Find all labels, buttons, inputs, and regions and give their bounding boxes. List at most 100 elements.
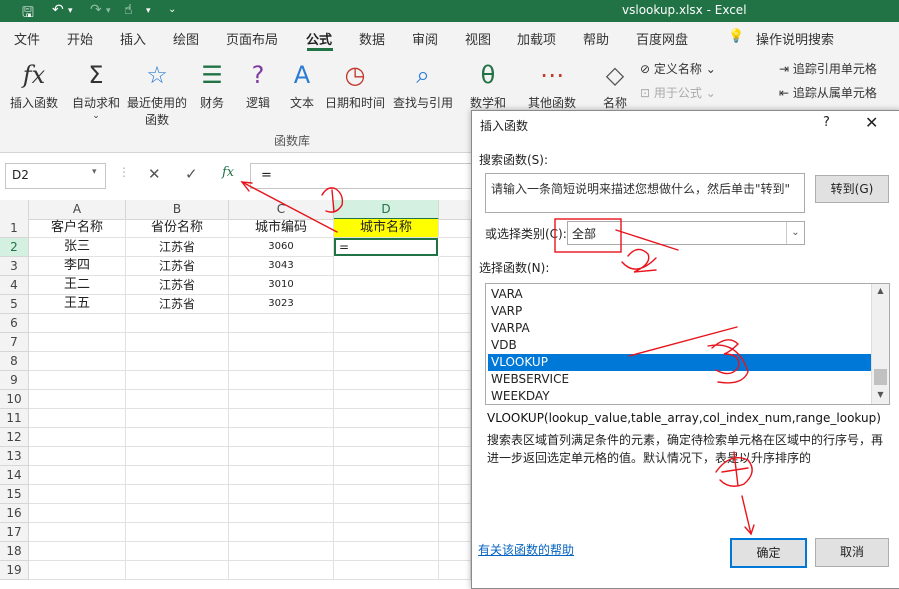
row-header[interactable]: 3 xyxy=(0,257,29,276)
table-cell[interactable] xyxy=(229,485,334,504)
table-cell[interactable] xyxy=(29,409,126,428)
table-cell[interactable] xyxy=(439,257,471,276)
table-cell[interactable] xyxy=(29,523,126,542)
scrollbar-thumb[interactable] xyxy=(874,369,887,385)
go-button[interactable]: 转到(G) xyxy=(815,175,889,203)
table-cell[interactable] xyxy=(439,428,471,447)
table-cell[interactable] xyxy=(334,504,439,523)
table-cell[interactable] xyxy=(439,390,471,409)
table-cell[interactable] xyxy=(334,523,439,542)
table-cell[interactable] xyxy=(29,504,126,523)
table-cell[interactable] xyxy=(29,352,126,371)
table-cell[interactable] xyxy=(229,428,334,447)
tell-me-search[interactable]: 操作说明搜索 xyxy=(756,29,834,48)
function-list[interactable]: VARA VARP VARPA VDB VLOOKUP WEBSERVICE WEEKDAY… xyxy=(485,283,890,405)
close-icon[interactable]: ✕ xyxy=(865,113,878,132)
table-cell[interactable] xyxy=(229,504,334,523)
table-cell[interactable] xyxy=(334,257,439,276)
trace-dependents-button[interactable]: ⇤ 追踪从属单元格 xyxy=(779,84,877,101)
tab-review[interactable]: 审阅 xyxy=(412,29,438,48)
category-select[interactable]: 全部 ⌄ xyxy=(567,221,805,245)
tab-baidu-netdisk[interactable]: 百度网盘 xyxy=(636,29,688,48)
table-cell[interactable]: 3010 xyxy=(229,276,334,295)
table-cell[interactable] xyxy=(126,352,229,371)
table-cell[interactable] xyxy=(334,295,439,314)
table-cell[interactable] xyxy=(439,295,471,314)
row-header[interactable]: 15 xyxy=(0,485,29,504)
table-cell[interactable] xyxy=(229,352,334,371)
insert-function-button[interactable]: fx 插入函数 xyxy=(8,60,60,111)
table-cell[interactable]: 3023 xyxy=(229,295,334,314)
table-cell[interactable] xyxy=(439,485,471,504)
table-cell[interactable] xyxy=(126,390,229,409)
function-list-item[interactable]: WEBSERVICE xyxy=(488,371,871,388)
table-cell[interactable] xyxy=(29,447,126,466)
row-header[interactable]: 10 xyxy=(0,390,29,409)
recent-functions-button[interactable]: ☆ 最近使用的 函数 xyxy=(125,60,189,128)
table-cell[interactable] xyxy=(439,409,471,428)
tab-draw[interactable]: 绘图 xyxy=(173,29,199,48)
table-cell[interactable] xyxy=(229,523,334,542)
formula-input[interactable]: = xyxy=(250,163,471,189)
table-cell[interactable]: 城市名称 xyxy=(334,219,439,238)
row-header[interactable]: 6 xyxy=(0,314,29,333)
function-help-link[interactable]: 有关该函数的帮助 xyxy=(478,541,574,558)
function-list-item[interactable]: VLOOKUP xyxy=(488,354,871,371)
tab-formulas[interactable]: 公式 xyxy=(306,29,332,48)
table-cell[interactable] xyxy=(126,371,229,390)
row-header[interactable]: 18 xyxy=(0,542,29,561)
function-list-item[interactable]: WEEKDAY xyxy=(488,388,871,405)
table-cell[interactable] xyxy=(229,314,334,333)
table-cell[interactable] xyxy=(439,333,471,352)
cancel-entry-icon[interactable]: ✕ xyxy=(148,165,161,183)
column-header-b[interactable]: B xyxy=(126,200,229,220)
table-cell[interactable]: 城市编码 xyxy=(229,219,334,238)
table-cell[interactable] xyxy=(126,314,229,333)
table-cell[interactable] xyxy=(334,466,439,485)
logical-button[interactable]: ? 逻辑 xyxy=(242,60,274,111)
row-header[interactable]: 11 xyxy=(0,409,29,428)
table-cell[interactable]: 王二 xyxy=(29,276,126,295)
cancel-button[interactable]: 取消 xyxy=(815,538,889,567)
tab-file[interactable]: 文件 xyxy=(14,29,40,48)
table-cell[interactable] xyxy=(29,561,126,580)
table-cell[interactable] xyxy=(439,219,471,238)
table-cell[interactable] xyxy=(126,485,229,504)
table-cell[interactable] xyxy=(439,504,471,523)
table-cell[interactable]: 李四 xyxy=(29,257,126,276)
row-header[interactable]: 5 xyxy=(0,295,29,314)
table-cell[interactable] xyxy=(334,485,439,504)
table-cell[interactable] xyxy=(229,561,334,580)
table-cell[interactable] xyxy=(334,333,439,352)
table-cell[interactable] xyxy=(29,466,126,485)
table-cell[interactable] xyxy=(334,447,439,466)
table-cell[interactable] xyxy=(29,333,126,352)
table-cell[interactable] xyxy=(126,428,229,447)
active-cell[interactable]: = xyxy=(334,238,438,256)
table-cell[interactable] xyxy=(439,371,471,390)
datetime-button[interactable]: ◷ 日期和时间 xyxy=(322,60,388,111)
table-cell[interactable] xyxy=(229,447,334,466)
table-cell[interactable] xyxy=(29,428,126,447)
table-cell[interactable] xyxy=(334,314,439,333)
more-functions-button[interactable]: ⋯ 其他函数 xyxy=(524,60,580,111)
table-cell[interactable] xyxy=(229,409,334,428)
lookup-reference-button[interactable]: ⌕ 查找与引用 xyxy=(390,60,456,111)
table-cell[interactable]: 江苏省 xyxy=(126,295,229,314)
confirm-entry-icon[interactable]: ✓ xyxy=(185,165,198,183)
undo-icon[interactable]: ↶ xyxy=(52,2,64,18)
tab-data[interactable]: 数据 xyxy=(359,29,385,48)
table-cell[interactable] xyxy=(229,466,334,485)
tab-page-layout[interactable]: 页面布局 xyxy=(226,29,278,48)
table-cell[interactable]: 王五 xyxy=(29,295,126,314)
undo-dropdown-icon[interactable]: ▾ xyxy=(68,6,73,16)
table-cell[interactable] xyxy=(229,542,334,561)
table-cell[interactable] xyxy=(29,371,126,390)
table-cell[interactable]: 3043 xyxy=(229,257,334,276)
scroll-up-icon[interactable]: ▲ xyxy=(872,286,889,295)
table-cell[interactable]: 江苏省 xyxy=(126,276,229,295)
row-header[interactable]: 17 xyxy=(0,523,29,542)
tab-help[interactable]: 帮助 xyxy=(583,29,609,48)
touch-mode-icon[interactable]: ☝ xyxy=(124,2,133,18)
help-icon[interactable]: ? xyxy=(823,115,830,130)
